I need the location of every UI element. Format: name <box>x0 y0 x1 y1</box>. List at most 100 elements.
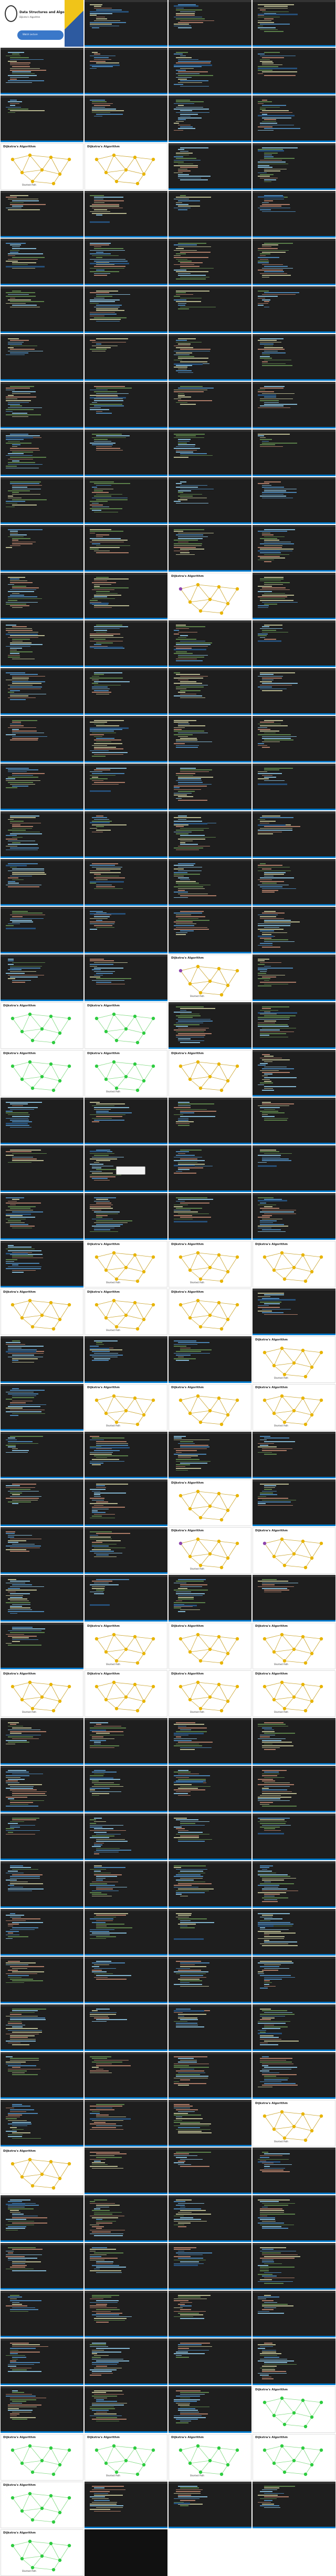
code-editor-frame <box>85 2052 167 2099</box>
graph-edge <box>134 2448 144 2465</box>
code-line <box>262 1731 275 1732</box>
code-line <box>174 2208 201 2209</box>
code-line <box>12 416 28 417</box>
code-line <box>90 2305 107 2306</box>
code-line <box>90 2375 101 2376</box>
code-line <box>174 207 191 209</box>
graph-edge <box>96 2450 107 2464</box>
graph-node <box>67 2162 71 2166</box>
status-bar <box>169 2431 251 2433</box>
editor-tab-bar <box>85 2243 167 2245</box>
code-line <box>178 2014 206 2015</box>
code-line <box>90 2504 117 2505</box>
graph-node <box>196 964 200 969</box>
status-bar <box>169 1859 251 1860</box>
code-line <box>90 1537 111 1538</box>
editor-tab-bar <box>85 48 167 50</box>
code-line <box>174 2247 196 2248</box>
code-line <box>12 587 39 588</box>
code-line <box>174 1590 208 1591</box>
code-line <box>96 868 121 870</box>
graph-edge <box>113 1014 135 1017</box>
code-line <box>6 1218 26 1220</box>
code-line <box>178 1872 205 1874</box>
graph-diagram-frame: Dijkstra's Algorithm <box>1 1050 83 1097</box>
code-editor-frame <box>253 2004 335 2051</box>
code-line <box>174 886 203 887</box>
code-line <box>178 1103 214 1104</box>
code-line <box>94 1514 115 1515</box>
editor-tab-bar <box>169 2482 251 2484</box>
code-line <box>262 354 270 356</box>
code-line <box>96 1217 102 1218</box>
graph-node <box>319 1350 323 1355</box>
editor-tab-bar <box>169 2004 251 2006</box>
code-line <box>12 1158 37 1160</box>
code-line <box>90 315 104 317</box>
code-line <box>262 267 293 269</box>
code-line <box>258 435 264 436</box>
code-line <box>8 1162 32 1163</box>
graph-node <box>282 2136 287 2140</box>
code-line <box>260 2224 294 2226</box>
code-line <box>90 2224 99 2226</box>
graph-edge <box>209 1636 219 1650</box>
code-line <box>258 1872 276 1874</box>
code-line <box>262 678 282 679</box>
graph-node <box>303 1565 308 1570</box>
graph-node <box>272 2127 276 2131</box>
code-line <box>92 1738 114 1740</box>
graph-node <box>133 155 137 159</box>
code-editor-frame <box>169 191 251 238</box>
graph-diagram-frame: Dijkstra's Algorithm <box>85 1670 167 1717</box>
code-line <box>174 1173 196 1174</box>
graph-node <box>10 2162 15 2166</box>
code-line <box>176 741 212 743</box>
code-line <box>260 1036 288 1038</box>
graph-edge <box>137 1701 144 1711</box>
graph-node <box>104 1268 108 1272</box>
code-line <box>8 344 22 345</box>
watch-lecture-button[interactable]: Watch Lecture <box>17 30 64 40</box>
code-line <box>96 1839 125 1840</box>
status-bar <box>85 236 167 238</box>
graph-edge <box>32 169 43 182</box>
editor-tab-bar <box>85 764 167 766</box>
code-line <box>94 748 123 749</box>
slide-caption: Shortest Path <box>274 1377 288 1379</box>
status-bar <box>253 1859 335 1860</box>
code-line <box>174 2056 207 2057</box>
code-line <box>10 297 15 299</box>
graph-edge <box>96 159 107 173</box>
code-line <box>90 1551 114 1552</box>
graph-edge <box>227 2450 238 2465</box>
editor-tab-bar <box>85 954 167 957</box>
graph-edge <box>264 1400 275 1414</box>
code-line <box>10 1929 35 1930</box>
code-line <box>262 252 286 253</box>
code-line <box>176 301 201 302</box>
code-line <box>176 1890 209 1892</box>
code-line <box>10 2014 22 2015</box>
code-line <box>262 1897 288 1898</box>
code-line <box>178 870 202 872</box>
code-line <box>262 1584 275 1585</box>
code-line <box>92 686 108 688</box>
code-line <box>262 1103 294 1104</box>
code-line <box>92 863 118 864</box>
code-line <box>8 830 26 831</box>
code-line <box>262 11 289 13</box>
code-line <box>264 1118 288 1119</box>
graph-node <box>292 2124 296 2129</box>
code-line <box>262 204 290 205</box>
code-line <box>96 741 111 743</box>
code-line <box>178 782 203 783</box>
code-line <box>10 2199 30 2201</box>
code-line <box>8 631 38 633</box>
code-line <box>178 2062 197 2063</box>
code-line <box>10 1404 46 1405</box>
graph-node <box>124 1313 128 1317</box>
graph-edge <box>264 1686 275 1700</box>
code-line <box>176 1466 185 1467</box>
code-line <box>180 1836 199 1837</box>
